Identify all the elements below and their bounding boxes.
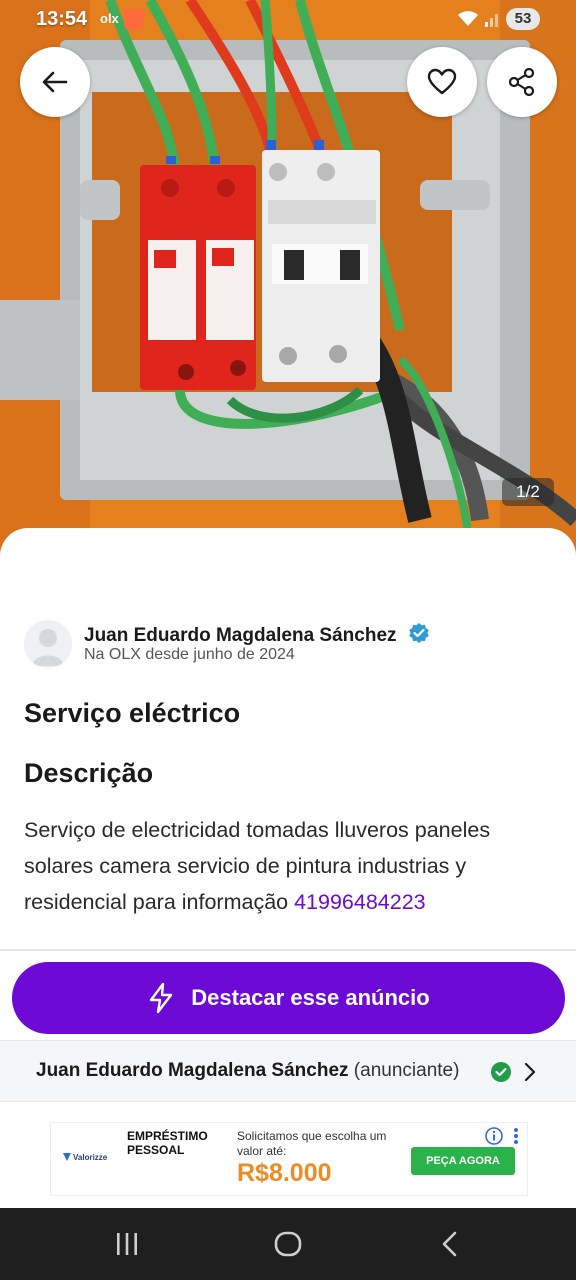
chevron-right-icon <box>524 1062 536 1082</box>
phone-link[interactable]: 41996484223 <box>294 890 426 914</box>
heart-outline-icon <box>427 68 457 95</box>
listing-photo[interactable]: 13:54 olx 53 1/2 <box>0 0 576 560</box>
wifi-icon <box>458 11 478 26</box>
lightning-icon <box>150 982 173 1014</box>
ad-banner[interactable]: Valorizze EMPRÉSTIMO PESSOAL Solicitamos… <box>50 1122 528 1196</box>
highlight-listing-label: Destacar esse anúncio <box>191 985 430 1010</box>
ad-brand-logo: Valorizze <box>63 1153 107 1162</box>
listing-description: Serviço de electricidad tomadas lluveros… <box>24 812 554 920</box>
advertiser-role: (anunciante) <box>348 1060 460 1081</box>
check-circle-icon <box>491 1062 511 1082</box>
app-notification-icon <box>124 9 144 29</box>
home-icon[interactable] <box>274 1230 302 1258</box>
ad-amount: R$8.000 <box>237 1159 332 1187</box>
ad-headline: EMPRÉSTIMO PESSOAL <box>127 1129 208 1157</box>
back-button[interactable] <box>20 47 90 117</box>
divider <box>0 949 576 951</box>
battery-indicator: 53 <box>506 8 540 30</box>
system-back-icon[interactable] <box>438 1230 462 1258</box>
system-navigation-bar <box>0 1208 576 1280</box>
ad-more-icon[interactable] <box>513 1127 519 1145</box>
status-bar: 13:54 olx 53 <box>0 0 576 40</box>
ad-brand: Valorizze <box>73 1153 108 1162</box>
description-heading: Descrição <box>24 758 154 788</box>
brand-mark-icon <box>63 1153 71 1161</box>
ad-copy: Solicitamos que escolha um valor até: <box>237 1129 387 1158</box>
advertiser-name-line: Juan Eduardo Magdalena Sánchez (anuncian… <box>36 1060 459 1082</box>
share-button[interactable] <box>487 47 557 117</box>
seller-member-since: Na OLX desde junho de 2024 <box>84 646 295 663</box>
user-placeholder-icon <box>32 629 64 666</box>
verified-badge-icon <box>409 623 429 643</box>
olx-notification-icon: olx <box>100 11 119 26</box>
avatar <box>24 620 72 668</box>
arrow-left-icon <box>42 71 68 93</box>
status-time: 13:54 <box>36 8 88 30</box>
recent-apps-icon[interactable] <box>114 1230 140 1258</box>
seller-profile[interactable]: Juan Eduardo Magdalena Sánchez Na OLX de… <box>24 620 554 670</box>
share-icon <box>508 67 535 97</box>
highlight-listing-button[interactable]: Destacar esse anúncio <box>12 962 565 1034</box>
seller-name: Juan Eduardo Magdalena Sánchez <box>84 625 397 646</box>
favorite-button[interactable] <box>407 47 477 117</box>
ad-cta-button[interactable]: PEÇA AGORA <box>411 1147 515 1175</box>
advertiser-name: Juan Eduardo Magdalena Sánchez <box>36 1060 349 1081</box>
ad-info-icon[interactable] <box>485 1127 503 1145</box>
seller-name-line: Juan Eduardo Magdalena Sánchez <box>84 622 430 647</box>
listing-title: Serviço eléctrico <box>24 698 241 728</box>
image-counter: 1/2 <box>502 478 554 506</box>
advertiser-row[interactable]: Juan Eduardo Magdalena Sánchez (anuncian… <box>0 1040 576 1102</box>
signal-icon <box>485 14 498 27</box>
